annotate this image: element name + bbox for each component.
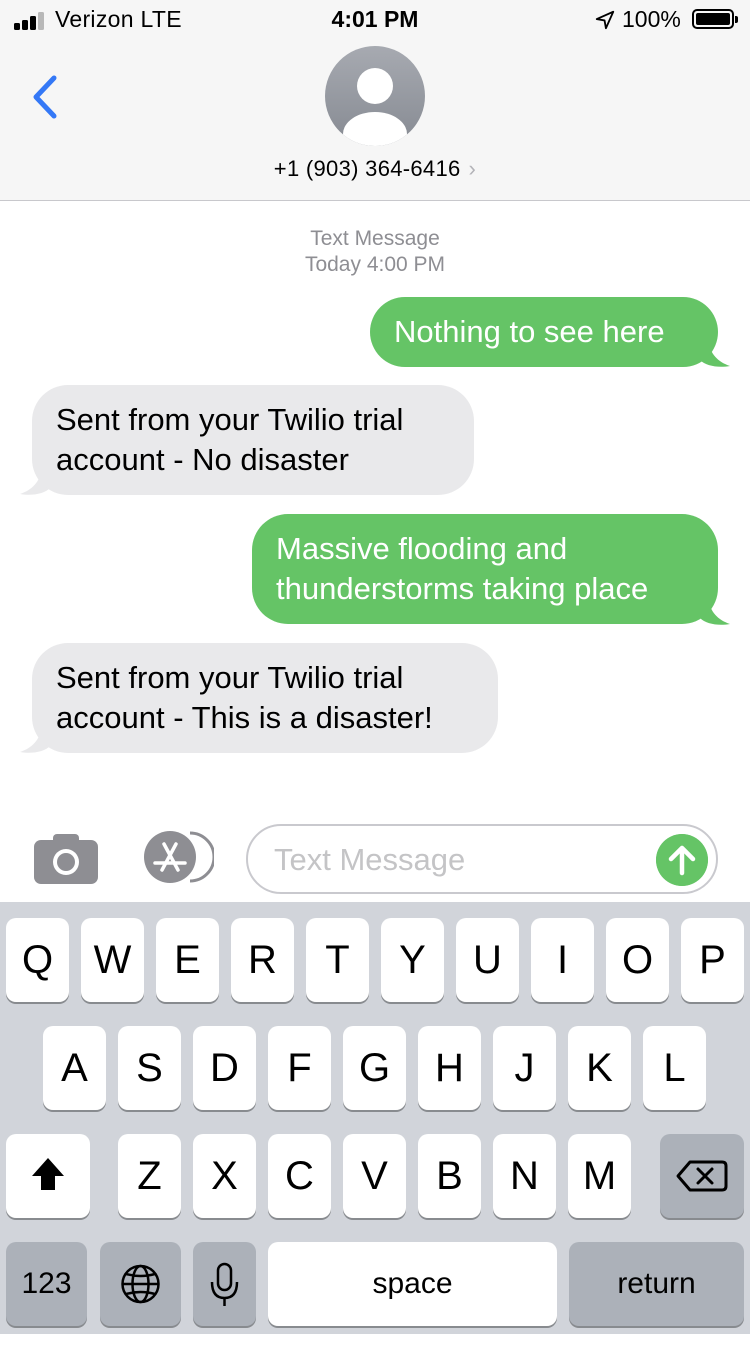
key-w[interactable]: W <box>81 918 144 1002</box>
battery-percentage: 100% <box>622 6 681 32</box>
person-avatar-icon[interactable] <box>325 46 425 146</box>
key-t[interactable]: T <box>306 918 369 1002</box>
message-bubble-received[interactable]: Sent from your Twilio trial account - Th… <box>32 643 498 753</box>
numbers-key[interactable]: 123 <box>6 1242 87 1326</box>
message-type-label: Text Message <box>310 227 440 250</box>
shift-key[interactable] <box>6 1134 90 1218</box>
key-o[interactable]: O <box>606 918 669 1002</box>
battery-icon <box>692 9 738 29</box>
return-key[interactable]: return <box>569 1242 744 1326</box>
microphone-key[interactable] <box>193 1242 256 1326</box>
contact-number: +1 (903) 364-6416 <box>273 156 461 181</box>
message-bubble-sent[interactable]: Massive flooding and thunderstorms takin… <box>252 514 718 624</box>
message-text: account - This is a disaster! <box>56 700 433 735</box>
message-timestamp: Today 4:00 PM <box>304 253 446 276</box>
conversation-header: +1 (903) 364-6416 › <box>0 40 750 201</box>
contact-name[interactable]: +1 (903) 364-6416 › <box>0 156 750 182</box>
message-bubble-received[interactable]: Sent from your Twilio trial account - No… <box>32 385 474 495</box>
message-meta: Text Message Today 4:00 PM <box>0 226 750 278</box>
globe-key[interactable] <box>100 1242 181 1326</box>
status-bar: Verizon LTE 4:01 PM 100% <box>0 0 750 40</box>
key-k[interactable]: K <box>568 1026 631 1110</box>
message-text: account - No disaster <box>56 442 349 477</box>
shift-icon <box>32 1158 64 1190</box>
globe-icon <box>121 1264 160 1304</box>
space-key[interactable]: space <box>268 1242 557 1326</box>
key-r[interactable]: R <box>231 918 294 1002</box>
location-icon <box>595 10 615 30</box>
message-text: thunderstorms taking place <box>276 571 649 606</box>
message-input[interactable] <box>246 824 718 894</box>
key-j[interactable]: J <box>493 1026 556 1110</box>
key-z[interactable]: Z <box>118 1134 181 1218</box>
delete-icon <box>676 1160 728 1192</box>
key-g[interactable]: G <box>343 1026 406 1110</box>
key-f[interactable]: F <box>268 1026 331 1110</box>
key-y[interactable]: Y <box>381 918 444 1002</box>
key-u[interactable]: U <box>456 918 519 1002</box>
back-chevron-icon[interactable] <box>26 72 66 122</box>
key-i[interactable]: I <box>531 918 594 1002</box>
chevron-right-icon: › <box>468 156 477 181</box>
key-x[interactable]: X <box>193 1134 256 1218</box>
key-v[interactable]: V <box>343 1134 406 1218</box>
keyboard: Q W E R T Y U I O P A S D F G H J K L Z … <box>0 902 750 1334</box>
key-b[interactable]: B <box>418 1134 481 1218</box>
message-text: Nothing to see here <box>394 314 665 349</box>
message-text: Sent from your Twilio trial <box>56 402 404 437</box>
app-store-icon[interactable] <box>138 829 214 885</box>
send-arrow-icon[interactable] <box>656 834 708 886</box>
message-text: Sent from your Twilio trial <box>56 660 404 695</box>
key-m[interactable]: M <box>568 1134 631 1218</box>
key-e[interactable]: E <box>156 918 219 1002</box>
microphone-icon <box>210 1262 239 1306</box>
delete-key[interactable] <box>660 1134 744 1218</box>
camera-icon[interactable] <box>34 832 98 884</box>
key-p[interactable]: P <box>681 918 744 1002</box>
message-bubble-sent[interactable]: Nothing to see here <box>370 297 718 367</box>
key-q[interactable]: Q <box>6 918 69 1002</box>
key-a[interactable]: A <box>43 1026 106 1110</box>
key-s[interactable]: S <box>118 1026 181 1110</box>
message-text-field[interactable] <box>272 826 646 894</box>
key-h[interactable]: H <box>418 1026 481 1110</box>
key-d[interactable]: D <box>193 1026 256 1110</box>
key-c[interactable]: C <box>268 1134 331 1218</box>
message-text: Massive flooding and <box>276 531 568 566</box>
key-n[interactable]: N <box>493 1134 556 1218</box>
key-l[interactable]: L <box>643 1026 706 1110</box>
